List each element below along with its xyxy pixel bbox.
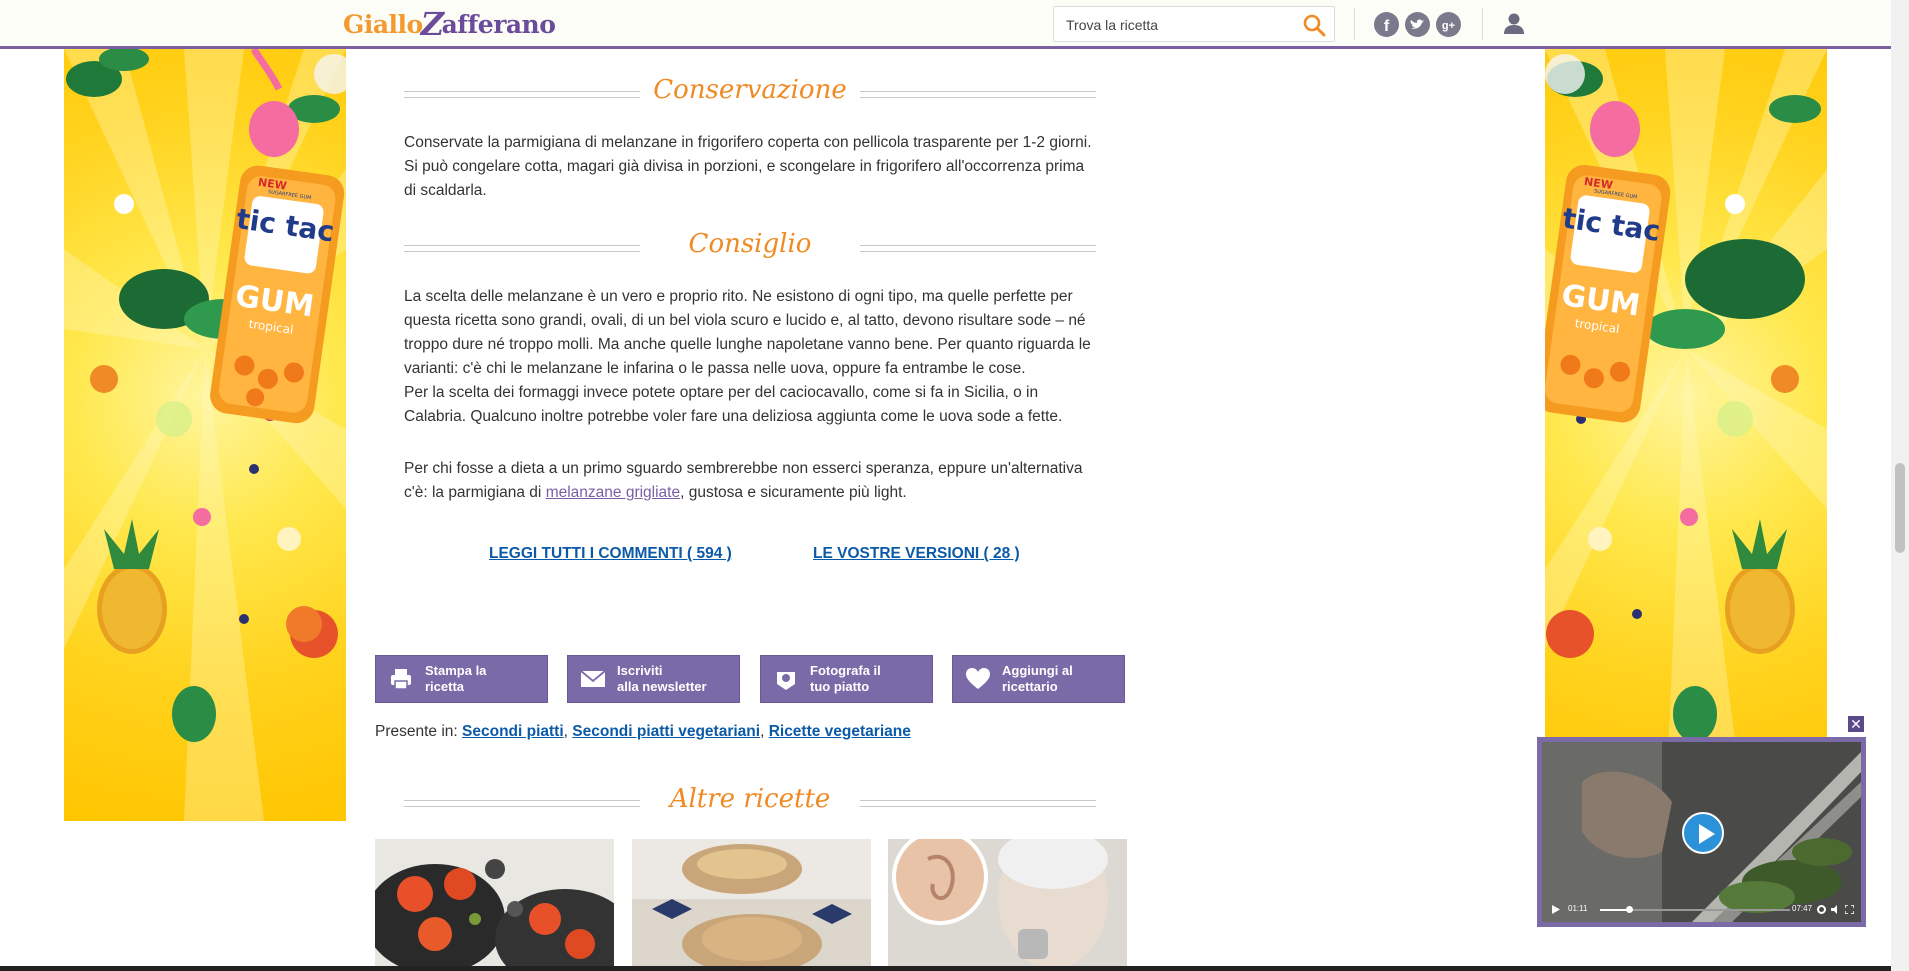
ad-artwork: tic tac GUM tropical NEW SUGARFREE GUM [1545, 49, 1827, 821]
newsletter-button[interactable]: Iscriviti alla newsletter [567, 655, 740, 703]
recipe-thumbnail[interactable] [375, 839, 614, 971]
search-box [1053, 6, 1335, 42]
consiglio-paragraph: Per la scelta dei formaggi invece potete… [404, 384, 1063, 425]
button-label: Aggiungi al ricettario [1002, 663, 1073, 694]
logo-text-giallo: Giallo [343, 9, 423, 39]
settings-icon[interactable] [1817, 905, 1826, 914]
consiglio-paragraph: La scelta delle melanzane è un vero e pr… [404, 288, 1091, 377]
conservazione-text: Conservate la parmigiana di melanzane in… [404, 134, 1092, 199]
site-header: Giallo Z afferano f g+ [0, 0, 1909, 49]
button-label: Fotografa il tuo piatto [810, 663, 881, 694]
consiglio-diet-paragraph: Per chi fosse a dieta a un primo sguardo… [404, 457, 1096, 505]
search-icon[interactable] [1302, 13, 1326, 37]
section-heading-conservazione: Conservazione [404, 73, 1096, 113]
section-title: Conservazione [653, 75, 847, 105]
video-frame[interactable]: 01:11 07:47 [1542, 742, 1861, 922]
close-video-button[interactable]: ✕ [1848, 716, 1864, 732]
scrollbar-thumb[interactable] [1895, 463, 1905, 553]
paragraph-text: , gustosa e sicuramente più light. [680, 484, 907, 501]
categories-label: Presente in: [375, 723, 458, 740]
your-versions-link[interactable]: LE VOSTRE VERSIONI ( 28 ) [813, 545, 1020, 563]
category-link[interactable]: Secondi piatti [462, 723, 564, 740]
video-current-time: 01:11 [1568, 904, 1588, 913]
melanzane-grigliate-link[interactable]: melanzane grigliate [546, 484, 680, 501]
section-title: Consiglio [688, 229, 812, 259]
video-controls: 01:11 07:47 [1542, 898, 1861, 922]
recipe-thumbnail[interactable] [632, 839, 871, 971]
heart-icon [966, 668, 990, 689]
separator: , [563, 723, 568, 740]
video-progress-knob[interactable] [1625, 906, 1633, 913]
search-input[interactable] [1064, 13, 1293, 37]
play-small-icon[interactable] [1552, 905, 1560, 914]
print-recipe-button[interactable]: Stampa la ricetta [375, 655, 548, 703]
mail-icon [580, 670, 606, 687]
floating-video-player: 01:11 07:47 [1537, 737, 1866, 927]
read-comments-link[interactable]: LEGGI TUTTI I COMMENTI ( 594 ) [489, 545, 732, 563]
user-icon[interactable] [1501, 11, 1527, 37]
facebook-icon[interactable]: f [1374, 12, 1399, 37]
button-label: Stampa la ricetta [425, 663, 487, 694]
recipe-image [632, 839, 871, 971]
section-title: Altre ricette [669, 784, 831, 814]
add-to-cookbook-button[interactable]: Aggiungi al ricettario [952, 655, 1125, 703]
right-ad-banner[interactable]: tic tac GUM tropical NEW SUGARFREE GUM [1545, 49, 1827, 821]
google-plus-icon[interactable]: g+ [1436, 12, 1461, 37]
site-logo[interactable]: Giallo Z afferano [343, 5, 556, 43]
svg-text:g+: g+ [1442, 20, 1455, 32]
video-duration: 07:47 [1792, 904, 1813, 913]
print-icon [391, 669, 411, 690]
left-ad-banner[interactable]: tic tac GUM tropical NEW SUGARFREE GUM [64, 49, 346, 821]
camera-icon [777, 672, 795, 690]
categories-line: Presente in: Secondi piatti, Secondi pia… [375, 723, 911, 741]
header-divider [1354, 8, 1355, 40]
category-link[interactable]: Secondi piatti vegetariani [572, 723, 760, 740]
logo-text-afferano: afferano [441, 9, 556, 39]
fullscreen-icon[interactable] [1845, 905, 1854, 914]
window-bottom-edge [0, 966, 1891, 971]
volume-icon[interactable] [1831, 905, 1840, 914]
video-progress-bar[interactable] [1600, 906, 1790, 913]
play-button[interactable] [1682, 812, 1724, 854]
recipe-thumbnail[interactable] [888, 839, 1127, 971]
consiglio-text: La scelta delle melanzane è un vero e pr… [404, 285, 1096, 429]
photo-dish-button[interactable]: Fotografa il tuo piatto [760, 655, 933, 703]
button-label: Iscriviti alla newsletter [617, 663, 707, 694]
section-heading-consiglio: Consiglio [404, 227, 1096, 267]
page-scrollbar[interactable] [1891, 0, 1909, 971]
separator: , [760, 723, 765, 740]
section-heading-altre-ricette: Altre ricette [404, 782, 1096, 822]
logo-text-z: Z [420, 5, 444, 43]
twitter-icon[interactable] [1405, 12, 1430, 37]
recipe-image [375, 839, 614, 971]
svg-text:f: f [1384, 18, 1390, 35]
ad-artwork: tic tac GUM tropical NEW SUGARFREE GUM [64, 49, 346, 821]
header-divider [1482, 8, 1483, 40]
video-progress-fill [1600, 909, 1629, 911]
recipe-image [888, 839, 1127, 971]
category-link[interactable]: Ricette vegetariane [769, 723, 911, 740]
comments-links: LEGGI TUTTI I COMMENTI ( 594 ) LE VOSTRE… [404, 545, 1096, 569]
